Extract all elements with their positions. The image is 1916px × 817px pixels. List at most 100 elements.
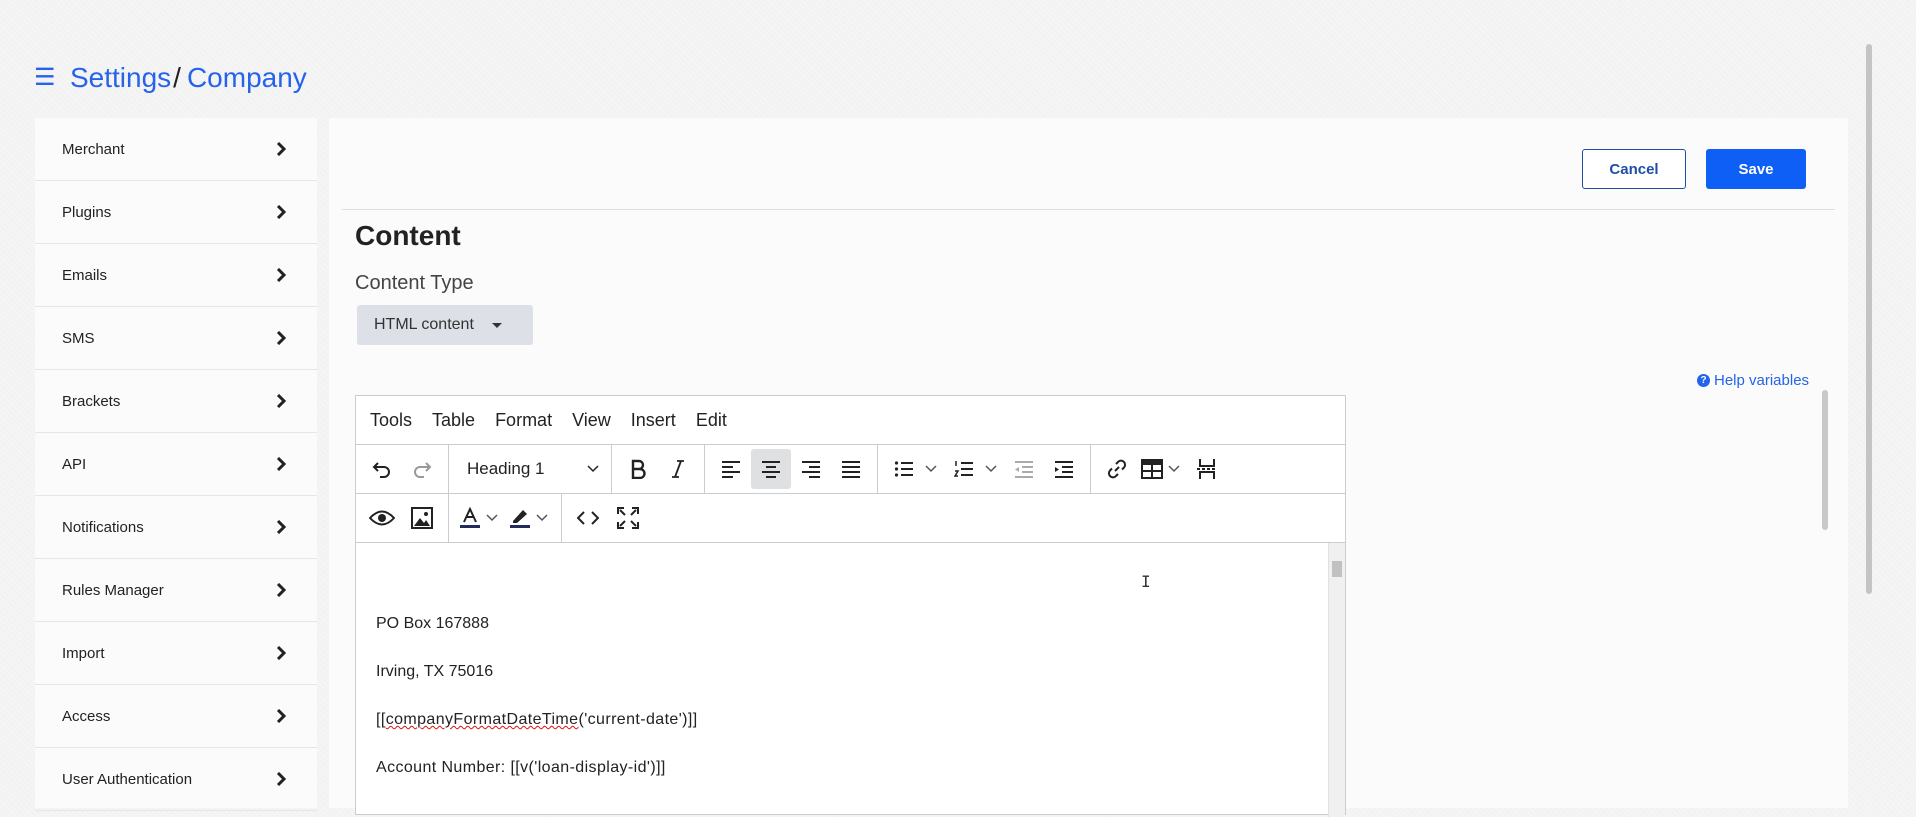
header-divider — [342, 209, 1835, 210]
content-type-select[interactable]: HTML content — [357, 305, 533, 345]
chevron-right-icon — [276, 709, 287, 723]
page-scrollbar[interactable] — [1866, 44, 1872, 594]
numbered-list-options[interactable] — [984, 449, 998, 489]
breadcrumb-settings[interactable]: Settings — [70, 62, 171, 94]
cancel-button[interactable]: Cancel — [1582, 149, 1686, 189]
editor-line-date: [[companyFormatDateTime('current-date')]… — [376, 711, 698, 729]
content-type-label: Content Type — [355, 272, 474, 294]
table-options[interactable] — [1167, 449, 1181, 489]
sidebar-item-label: Emails — [62, 266, 108, 284]
undo-icon[interactable] — [362, 449, 402, 489]
text-color-options[interactable] — [485, 498, 499, 538]
highlight-options[interactable] — [535, 498, 549, 538]
menu-edit[interactable]: Edit — [696, 410, 727, 431]
editor-toolbar-secondary — [356, 494, 1345, 543]
chevron-right-icon — [276, 520, 287, 534]
editor-scrollbar-thumb[interactable] — [1332, 561, 1342, 577]
toolbar-separator — [1090, 445, 1091, 493]
editor-line-city: Irving, TX 75016 — [376, 663, 494, 680]
help-variables-label: Help variables — [1714, 372, 1810, 389]
chevron-right-icon — [276, 394, 287, 408]
chevron-right-icon — [276, 205, 287, 219]
chevron-down-icon — [587, 465, 599, 473]
chevron-right-icon — [276, 268, 287, 282]
sidebar-item-notifications[interactable]: Notifications — [35, 496, 317, 559]
block-format-dropdown[interactable]: Heading 1 — [455, 459, 605, 479]
panel-scrollbar[interactable] — [1822, 390, 1828, 530]
toolbar-separator — [448, 445, 449, 493]
align-left-icon[interactable] — [711, 449, 751, 489]
sidebar-item-brackets[interactable]: Brackets — [35, 370, 317, 433]
sidebar-item-api[interactable]: API — [35, 433, 317, 496]
sidebar-item-label: API — [62, 455, 87, 473]
hamburger-icon[interactable]: ☰ — [34, 66, 64, 90]
source-code-icon[interactable] — [568, 498, 608, 538]
sidebar-item-label: Plugins — [62, 203, 112, 221]
content-panel: Cancel Save Content Content Type HTML co… — [329, 118, 1848, 817]
redo-icon[interactable] — [402, 449, 442, 489]
sidebar-item-label: Import — [62, 644, 105, 662]
sidebar-item-user-authentication[interactable]: User Authentication — [35, 748, 317, 811]
menu-table[interactable]: Table — [432, 410, 475, 431]
chevron-right-icon — [276, 142, 287, 156]
numbered-list-icon[interactable] — [944, 449, 984, 489]
text-color-icon[interactable] — [455, 498, 485, 538]
chevron-down-icon — [486, 514, 498, 522]
page-break-icon[interactable] — [1187, 449, 1227, 489]
date-prefix: [[ — [376, 711, 386, 728]
preview-icon[interactable] — [362, 498, 402, 538]
align-center-icon[interactable] — [751, 449, 791, 489]
settings-sidebar: Merchant Plugins Emails SMS Brackets API… — [35, 118, 317, 811]
chevron-right-icon — [276, 583, 287, 597]
bullet-list-options[interactable] — [924, 449, 938, 489]
link-icon[interactable] — [1097, 449, 1137, 489]
indent-icon[interactable] — [1044, 449, 1084, 489]
sidebar-item-label: User Authentication — [62, 770, 193, 788]
menu-view[interactable]: View — [572, 410, 611, 431]
bullet-list-icon[interactable] — [884, 449, 924, 489]
spellcheck-word: companyFormatDateTime — [385, 711, 579, 728]
chevron-right-icon — [276, 646, 287, 660]
align-justify-icon[interactable] — [831, 449, 871, 489]
sidebar-item-emails[interactable]: Emails — [35, 244, 317, 307]
sidebar-item-label: Notifications — [62, 518, 144, 536]
toolbar-separator — [448, 494, 449, 542]
sidebar-item-access[interactable]: Access — [35, 685, 317, 748]
editor-scrollbar[interactable] — [1328, 543, 1345, 817]
chevron-right-icon — [276, 772, 287, 786]
caret-down-icon — [491, 322, 502, 328]
text-cursor-icon: I — [1141, 572, 1151, 591]
sidebar-item-plugins[interactable]: Plugins — [35, 181, 317, 244]
italic-icon[interactable] — [658, 449, 698, 489]
fullscreen-icon[interactable] — [608, 498, 648, 538]
menu-tools[interactable]: Tools — [370, 410, 412, 431]
sidebar-item-label: Merchant — [62, 140, 125, 158]
breadcrumb-separator: / — [173, 62, 181, 93]
chevron-down-icon — [536, 514, 548, 522]
table-icon[interactable] — [1137, 449, 1167, 489]
chevron-down-icon — [1168, 465, 1180, 473]
rich-text-editor: Tools Table Format View Insert Edit Head… — [355, 395, 1346, 817]
sidebar-item-sms[interactable]: SMS — [35, 307, 317, 370]
highlight-icon[interactable] — [505, 498, 535, 538]
bold-icon[interactable] — [618, 449, 658, 489]
chevron-right-icon — [276, 331, 287, 345]
outdent-icon[interactable] — [1004, 449, 1044, 489]
image-icon[interactable] — [402, 498, 442, 538]
sidebar-item-import[interactable]: Import — [35, 622, 317, 685]
sidebar-item-merchant[interactable]: Merchant — [35, 118, 317, 181]
editor-menubar: Tools Table Format View Insert Edit — [356, 396, 1345, 445]
editor-content-area[interactable]: PO Box 167888 Irving, TX 75016 [[company… — [356, 543, 1345, 817]
question-circle-icon: ? — [1697, 374, 1710, 387]
menu-insert[interactable]: Insert — [631, 410, 676, 431]
breadcrumb-company[interactable]: Company — [187, 62, 307, 94]
editor-toolbar-primary: Heading 1 — [356, 445, 1345, 494]
align-right-icon[interactable] — [791, 449, 831, 489]
toolbar-separator — [561, 494, 562, 542]
date-suffix: ('current-date')]] — [578, 711, 698, 728]
sidebar-item-rules-manager[interactable]: Rules Manager — [35, 559, 317, 622]
toolbar-separator — [877, 445, 878, 493]
help-variables-link[interactable]: ? Help variables — [1697, 372, 1809, 389]
save-button[interactable]: Save — [1706, 149, 1806, 189]
menu-format[interactable]: Format — [495, 410, 552, 431]
